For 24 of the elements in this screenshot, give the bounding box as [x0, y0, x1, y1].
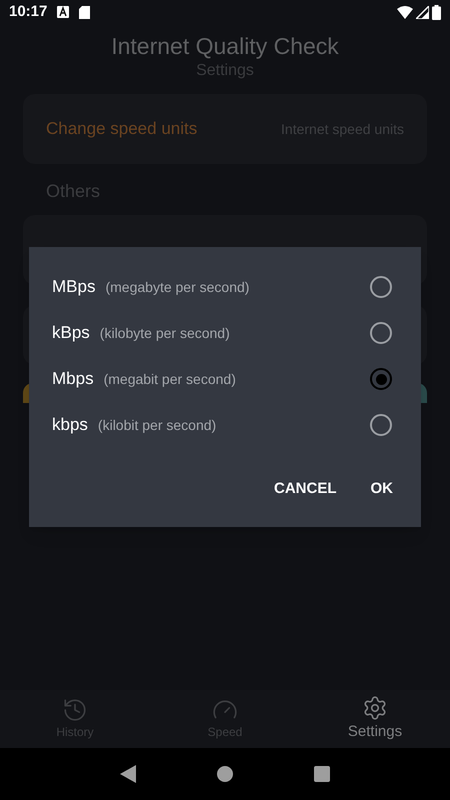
battery-icon — [432, 4, 441, 20]
unit-option[interactable]: kbps (kilobit per second) — [29, 402, 421, 448]
unit-option[interactable]: Mbps (megabit per second) — [29, 356, 421, 402]
sd-card-icon — [79, 6, 90, 18]
dialog-button[interactable]: OK — [356, 470, 407, 508]
unit-option[interactable]: MBps (megabyte per second) — [29, 264, 421, 310]
keyboard-icon — [57, 6, 70, 18]
home-icon[interactable] — [216, 766, 233, 782]
wifi-icon — [397, 6, 413, 18]
app-title: Internet Quality Check — [111, 32, 339, 60]
signal-icon — [416, 6, 429, 18]
history-icon — [62, 697, 88, 723]
dialog-button[interactable]: CANCEL — [260, 470, 350, 508]
radio-button[interactable] — [370, 414, 392, 436]
radio-button[interactable] — [370, 322, 392, 344]
unit-option[interactable]: kBps (kilobyte per second) — [29, 310, 421, 356]
clock: 10:17 — [9, 2, 48, 22]
recents-icon[interactable] — [314, 766, 330, 782]
radio-button[interactable] — [370, 368, 392, 390]
nav-tab[interactable]: Settings — [300, 694, 450, 744]
radio-button[interactable] — [370, 276, 392, 298]
back-icon[interactable] — [120, 765, 136, 783]
settings-icon — [362, 694, 388, 721]
setting-label: Change speed units — [46, 118, 198, 140]
